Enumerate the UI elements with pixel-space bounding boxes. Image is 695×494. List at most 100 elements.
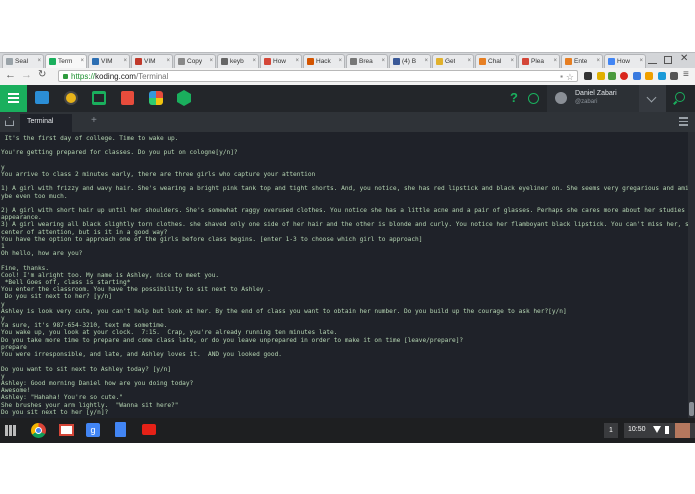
- tab-close-icon[interactable]: ×: [510, 58, 514, 64]
- terminal-app-icon[interactable]: [92, 91, 106, 105]
- terminal-scrollbar[interactable]: [688, 132, 695, 418]
- tab-close-icon[interactable]: ×: [295, 58, 299, 64]
- tab-close-icon[interactable]: ×: [467, 58, 471, 64]
- browser-tab[interactable]: keyb ×: [217, 54, 259, 68]
- browser-toolbar: ← → ↻ https://koding.com/Terminal ☆ ▪ ≡: [0, 68, 695, 86]
- tab-close-icon[interactable]: ×: [553, 58, 557, 64]
- reload-icon[interactable]: ↻: [38, 69, 46, 80]
- terminal-line: Do you take more time to prepare and com…: [1, 336, 464, 344]
- youtube-icon[interactable]: [142, 424, 156, 435]
- tab-close-icon[interactable]: ×: [338, 58, 342, 64]
- extension-icon[interactable]: [670, 72, 678, 80]
- tab-close-icon[interactable]: ×: [596, 58, 600, 64]
- terminal-line: Cool! I'm alright too. My name is Ashley…: [1, 271, 220, 279]
- tab-close-icon[interactable]: ×: [37, 58, 41, 64]
- terminal-output[interactable]: It's the first day of college. Time to w…: [0, 132, 688, 418]
- panel-menu-icon[interactable]: [679, 117, 688, 126]
- adblock-icon[interactable]: [620, 72, 628, 80]
- terminal-line: Awesome!: [1, 387, 31, 395]
- facebook-icon: [393, 58, 400, 65]
- status-circle-icon[interactable]: [528, 93, 539, 104]
- tab-close-icon[interactable]: ×: [381, 58, 385, 64]
- browser-tab-label: Ente: [574, 58, 588, 65]
- browser-tab[interactable]: VIM ×: [88, 54, 130, 68]
- terminal-line: She brushes your arm lightly. "Wanna sit…: [1, 401, 179, 409]
- tab-close-icon[interactable]: ×: [639, 58, 643, 64]
- user-dropdown-chevron-icon[interactable]: [639, 85, 666, 112]
- add-tab-button[interactable]: +: [91, 115, 97, 126]
- terminal-line: 1: [1, 243, 5, 251]
- tab-close-icon[interactable]: ×: [252, 58, 256, 64]
- chat-app-icon[interactable]: [35, 91, 49, 104]
- vim-icon: [135, 58, 142, 65]
- browser-tab[interactable]: Seal ×: [2, 54, 44, 68]
- extension-icon[interactable]: [584, 72, 592, 80]
- browser-tab-label: Seal: [15, 58, 29, 65]
- browser-tab[interactable]: Ente ×: [561, 54, 603, 68]
- top-blank-area: [0, 0, 695, 52]
- window-maximize-icon[interactable]: [664, 56, 672, 64]
- workspace-tab-bar: Terminal +: [0, 112, 695, 132]
- extension-icon[interactable]: [597, 72, 605, 80]
- tab-close-icon[interactable]: ×: [209, 58, 213, 64]
- docs-icon[interactable]: [115, 422, 126, 437]
- browser-tab[interactable]: Term ×: [45, 54, 87, 68]
- bottom-blank-area: [0, 443, 695, 494]
- help-icon[interactable]: ?: [510, 90, 518, 105]
- gmail-icon[interactable]: [59, 424, 74, 436]
- browser-tab[interactable]: (4) B ×: [389, 54, 431, 68]
- google-search-icon[interactable]: g: [86, 423, 100, 437]
- browser-tab[interactable]: Hack ×: [303, 54, 345, 68]
- back-arrow-icon[interactable]: ←: [5, 69, 16, 81]
- browser-tab[interactable]: VIM ×: [131, 54, 173, 68]
- mail-icon: [436, 58, 443, 65]
- avatar: [675, 423, 690, 438]
- window-close-icon[interactable]: ✕: [680, 53, 688, 64]
- colors-app-icon[interactable]: [149, 91, 163, 105]
- browser-tab[interactable]: Get ×: [432, 54, 474, 68]
- window-minimize-icon[interactable]: [648, 56, 657, 64]
- terminal-line: 1) A girl with frizzy and wavy hair. She…: [1, 185, 688, 193]
- browser-tab[interactable]: How ×: [260, 54, 302, 68]
- extension-icon[interactable]: [658, 72, 666, 80]
- terminal-line: You were irresponsible, and late, and As…: [1, 351, 282, 359]
- browser-tab[interactable]: Copy ×: [174, 54, 216, 68]
- hexagon-app-icon[interactable]: [177, 90, 191, 106]
- extension-icon[interactable]: [633, 72, 641, 80]
- menu-icon[interactable]: ≡: [683, 69, 689, 80]
- user-account-area[interactable]: Daniel Zabari @zabari: [547, 85, 639, 112]
- chrome-icon[interactable]: [31, 423, 46, 438]
- app-launcher-icon[interactable]: [5, 425, 16, 436]
- forward-arrow-icon[interactable]: →: [21, 69, 32, 81]
- terminal-line: ybe even too much.: [1, 192, 68, 200]
- editor-app-icon[interactable]: [121, 91, 134, 105]
- hamburger-menu-icon[interactable]: [0, 85, 27, 112]
- avatar: [555, 92, 567, 104]
- tab-close-icon[interactable]: ×: [123, 58, 127, 64]
- page-badge[interactable]: 1: [604, 423, 618, 438]
- page-badge-number: 1: [609, 427, 613, 434]
- bookmark-star-icon[interactable]: ☆: [566, 71, 574, 83]
- tab-close-icon[interactable]: ×: [424, 58, 428, 64]
- browser-tab[interactable]: How ×: [604, 54, 646, 68]
- gmail-icon: [522, 58, 529, 65]
- browser-tab-label: How: [617, 58, 631, 65]
- coin-app-icon[interactable]: [64, 91, 78, 105]
- scrollbar-thumb[interactable]: [689, 402, 694, 416]
- browser-tab[interactable]: Brea ×: [346, 54, 388, 68]
- terminal-line: 3) A girl wearing all black slightly tor…: [1, 221, 688, 229]
- address-bar[interactable]: https://koding.com/Terminal ☆ ▪: [58, 70, 578, 82]
- zoom-icon[interactable]: ▪: [560, 71, 563, 83]
- extension-icon[interactable]: [645, 72, 653, 80]
- tab-close-icon[interactable]: ×: [80, 58, 84, 64]
- home-icon[interactable]: [5, 117, 14, 126]
- tab-terminal[interactable]: Terminal: [20, 114, 72, 132]
- browser-tab[interactable]: Plea ×: [518, 54, 560, 68]
- extension-icon[interactable]: [608, 72, 616, 80]
- status-tray[interactable]: 10:50: [624, 423, 695, 438]
- tab-close-icon[interactable]: ×: [166, 58, 170, 64]
- browser-tab[interactable]: Chal ×: [475, 54, 517, 68]
